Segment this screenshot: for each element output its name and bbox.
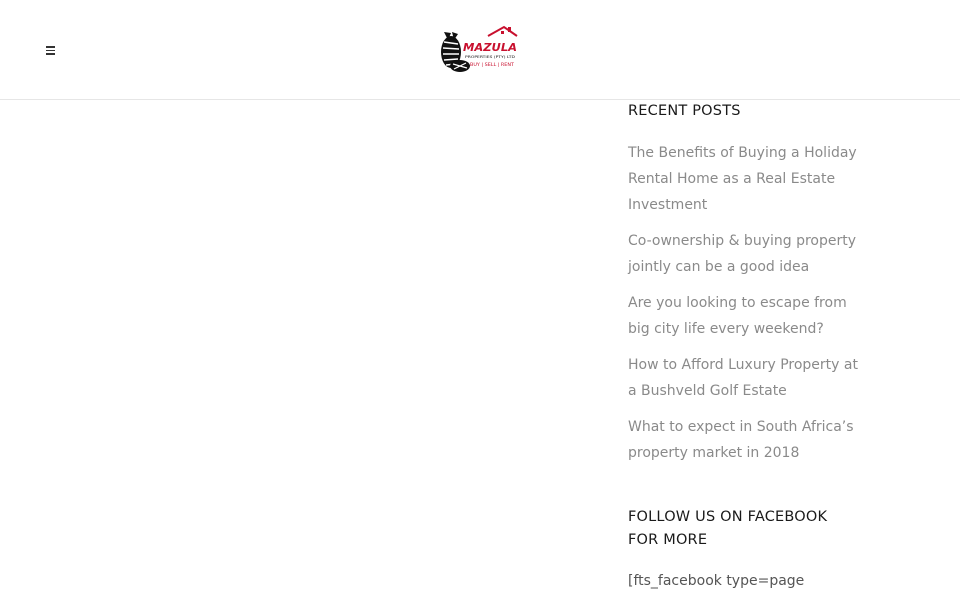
logo-subtitle-text: PROPERTIES (PTY) LTD [465,55,515,59]
recent-post-link[interactable]: Are you looking to escape from big city … [628,290,868,342]
logo-brand-text: MAZULA [463,41,517,54]
facebook-widget-title: FOLLOW US ON FACEBOOK FOR MORE [628,509,828,548]
hamburger-menu-icon[interactable] [44,43,58,57]
recent-posts-title: RECENT POSTS [628,103,741,119]
facebook-shortcode-text: [fts_facebook type=page [628,573,805,589]
recent-post-link[interactable]: Co-ownership & buying property jointly c… [628,228,868,280]
site-header: MAZULA PROPERTIES (PTY) LTD BUY | SELL |… [0,0,960,100]
recent-post-link[interactable]: The Benefits of Buying a Holiday Rental … [628,140,868,218]
recent-post-link[interactable]: How to Afford Luxury Property at a Bushv… [628,352,868,404]
recent-posts-list: The Benefits of Buying a Holiday Rental … [628,140,868,476]
site-logo[interactable]: MAZULA PROPERTIES (PTY) LTD BUY | SELL |… [438,24,520,74]
recent-post-link[interactable]: What to expect in South Africa’s propert… [628,414,868,466]
logo-tagline-text: BUY | SELL | RENT [470,62,515,67]
